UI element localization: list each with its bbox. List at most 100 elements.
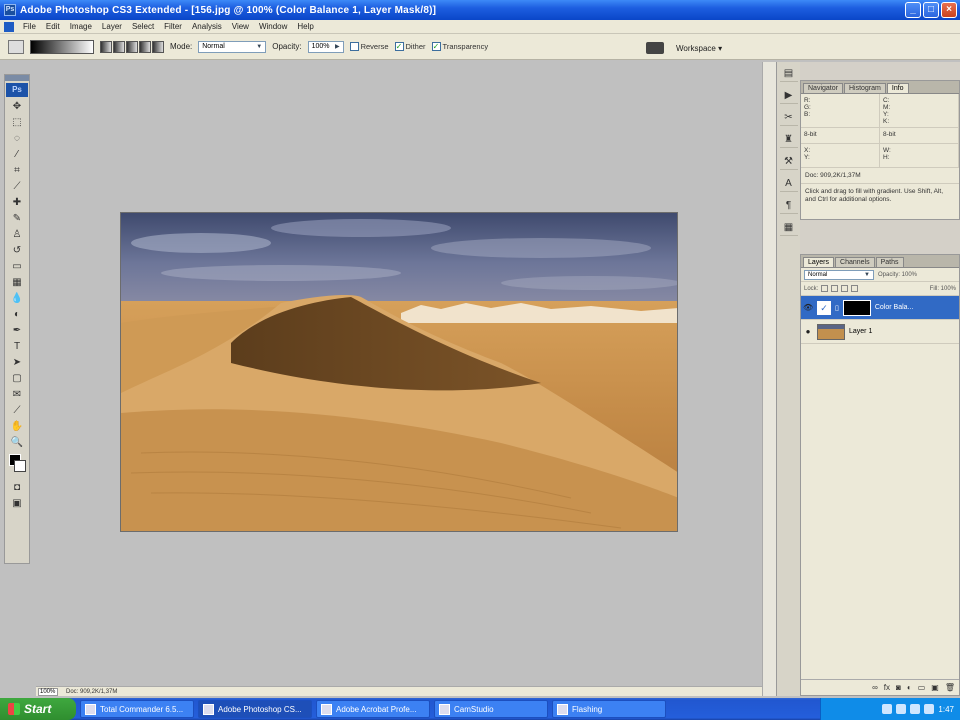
tab-paths[interactable]: Paths bbox=[875, 257, 904, 267]
link-icon[interactable]: ▯ bbox=[835, 304, 839, 312]
tool-preset-picker[interactable] bbox=[8, 39, 24, 54]
eye-icon[interactable]: 👁 bbox=[803, 303, 813, 312]
taskbar-item-flashing[interactable]: Flashing bbox=[552, 700, 666, 718]
opacity-input[interactable]: 100% ▶ bbox=[307, 40, 344, 53]
magic-wand-tool-icon[interactable]: ⁄ bbox=[6, 147, 28, 162]
maximize-button[interactable]: □ bbox=[923, 2, 939, 18]
dodge-tool-icon[interactable]: ◐ bbox=[6, 307, 28, 322]
layer-style-icon[interactable]: fx bbox=[884, 683, 890, 692]
close-button[interactable]: × bbox=[941, 2, 957, 18]
angle-gradient-button[interactable] bbox=[126, 40, 138, 53]
tab-navigator[interactable]: Navigator bbox=[803, 83, 843, 93]
zoom-tool-icon[interactable]: 🔍 bbox=[6, 435, 28, 450]
tray-icon[interactable] bbox=[924, 704, 935, 714]
layer-name[interactable]: Color Bala... bbox=[875, 304, 914, 311]
actions-panel-icon[interactable]: ▶ bbox=[779, 88, 798, 104]
start-button[interactable]: Start bbox=[0, 698, 76, 720]
layer-fill[interactable]: Fill: 100% bbox=[930, 286, 956, 292]
hand-tool-icon[interactable]: ✋ bbox=[6, 419, 28, 434]
menu-select[interactable]: Select bbox=[127, 22, 159, 31]
blend-mode-select[interactable]: Normal ▼ bbox=[804, 269, 874, 280]
linear-gradient-button[interactable] bbox=[100, 40, 112, 53]
lock-pixels-icon[interactable] bbox=[831, 285, 839, 292]
menu-view[interactable]: View bbox=[227, 22, 254, 31]
trash-icon[interactable]: 🗑 bbox=[945, 683, 955, 692]
brush-tool-icon[interactable]: ✎ bbox=[6, 211, 28, 226]
healing-brush-tool-icon[interactable]: ✚ bbox=[6, 195, 28, 210]
eyedropper-tool-icon[interactable]: ⟋ bbox=[6, 403, 28, 418]
tab-info[interactable]: Info bbox=[886, 83, 909, 93]
layer-thumbnail[interactable] bbox=[817, 323, 845, 340]
notes-tool-icon[interactable]: ✉ bbox=[6, 387, 28, 402]
crop-tool-icon[interactable]: ⌗ bbox=[6, 163, 28, 178]
clone-source-panel-icon[interactable]: ♜ bbox=[779, 132, 798, 148]
radial-gradient-button[interactable] bbox=[113, 40, 125, 53]
mode-select[interactable]: Normal ▼ bbox=[198, 40, 267, 53]
tray-icon[interactable] bbox=[910, 704, 921, 714]
menu-layer[interactable]: Layer bbox=[97, 22, 127, 31]
pen-tool-icon[interactable]: ✒ bbox=[6, 323, 28, 338]
reflected-gradient-button[interactable] bbox=[139, 40, 151, 53]
tab-channels[interactable]: Channels bbox=[835, 257, 875, 267]
layer-name[interactable]: Layer 1 bbox=[849, 328, 872, 335]
menu-analysis[interactable]: Analysis bbox=[187, 22, 227, 31]
path-selection-tool-icon[interactable]: ➤ bbox=[6, 355, 28, 370]
background-color-swatch[interactable] bbox=[14, 460, 26, 472]
new-group-icon[interactable]: ▭ bbox=[918, 683, 926, 692]
tools-panel-header[interactable] bbox=[5, 75, 29, 81]
menu-filter[interactable]: Filter bbox=[159, 22, 187, 31]
gradient-picker[interactable] bbox=[30, 39, 94, 54]
character-panel-icon[interactable]: A bbox=[779, 176, 798, 192]
tray-icon[interactable] bbox=[896, 704, 907, 714]
taskbar-item-total-commander[interactable]: Total Commander 6.5... bbox=[80, 700, 194, 718]
menu-file[interactable]: File bbox=[18, 22, 41, 31]
clock[interactable]: 1:47 bbox=[938, 705, 954, 714]
workspace-menu[interactable]: Workspace ▾ bbox=[676, 44, 722, 53]
type-tool-icon[interactable]: T bbox=[6, 339, 28, 354]
screen-mode-icon[interactable]: ▣ bbox=[6, 496, 28, 511]
move-tool-icon[interactable]: ✥ bbox=[6, 99, 28, 114]
history-panel-icon[interactable]: ▤ bbox=[779, 66, 798, 82]
document-icon[interactable] bbox=[4, 21, 14, 32]
new-adjustment-icon[interactable]: ◐ bbox=[907, 683, 912, 692]
marquee-tool-icon[interactable]: ⬚ bbox=[6, 115, 28, 130]
menu-image[interactable]: Image bbox=[65, 22, 97, 31]
quick-mask-icon[interactable]: ◘ bbox=[6, 480, 28, 495]
tray-icon[interactable] bbox=[882, 704, 893, 714]
lasso-tool-icon[interactable]: ◌ bbox=[6, 131, 28, 146]
layer-row-layer-1[interactable]: ● Layer 1 bbox=[801, 320, 959, 344]
lock-all-icon[interactable] bbox=[851, 285, 859, 292]
menu-edit[interactable]: Edit bbox=[41, 22, 65, 31]
gradient-tool-icon[interactable]: ▦ bbox=[6, 275, 28, 290]
clone-stamp-tool-icon[interactable]: ♙ bbox=[6, 227, 28, 242]
document-image[interactable] bbox=[120, 212, 678, 532]
menu-window[interactable]: Window bbox=[254, 22, 292, 31]
transparency-checkbox[interactable]: ✓ Transparency bbox=[431, 42, 488, 51]
link-layers-icon[interactable]: ∞ bbox=[872, 683, 878, 692]
layer-opacity[interactable]: Opacity: 100% bbox=[878, 272, 917, 278]
vertical-scrollbar[interactable] bbox=[762, 62, 776, 696]
paragraph-panel-icon[interactable]: ¶ bbox=[779, 198, 798, 214]
tool-presets-panel-icon[interactable]: ⚒ bbox=[779, 154, 798, 170]
layer-comps-panel-icon[interactable]: ▦ bbox=[779, 220, 798, 236]
dither-checkbox[interactable]: ✓ Dither bbox=[394, 42, 426, 51]
reverse-checkbox[interactable]: Reverse bbox=[349, 42, 389, 51]
taskbar-item-acrobat[interactable]: Adobe Acrobat Profe... bbox=[316, 700, 430, 718]
brushes-panel-icon[interactable]: ✂ bbox=[779, 110, 798, 126]
lock-transparency-icon[interactable] bbox=[821, 285, 829, 292]
taskbar-item-photoshop[interactable]: Adobe Photoshop CS... bbox=[198, 700, 312, 718]
blur-tool-icon[interactable]: 💧 bbox=[6, 291, 28, 306]
minimize-button[interactable]: _ bbox=[905, 2, 921, 18]
layer-row-color-balance[interactable]: 👁 ✓ ▯ Color Bala... bbox=[801, 296, 959, 320]
lock-position-icon[interactable] bbox=[841, 285, 849, 292]
taskbar-item-camstudio[interactable]: CamStudio bbox=[434, 700, 548, 718]
bridge-icon[interactable] bbox=[646, 42, 664, 54]
new-layer-icon[interactable]: ▣ bbox=[931, 683, 939, 692]
diamond-gradient-button[interactable] bbox=[152, 40, 164, 53]
history-brush-tool-icon[interactable]: ↺ bbox=[6, 243, 28, 258]
shape-tool-icon[interactable]: ▢ bbox=[6, 371, 28, 386]
eye-icon[interactable]: ● bbox=[803, 327, 813, 336]
menu-help[interactable]: Help bbox=[292, 22, 318, 31]
zoom-level-field[interactable]: 100% bbox=[38, 687, 58, 696]
slice-tool-icon[interactable]: ⟋ bbox=[6, 179, 28, 194]
